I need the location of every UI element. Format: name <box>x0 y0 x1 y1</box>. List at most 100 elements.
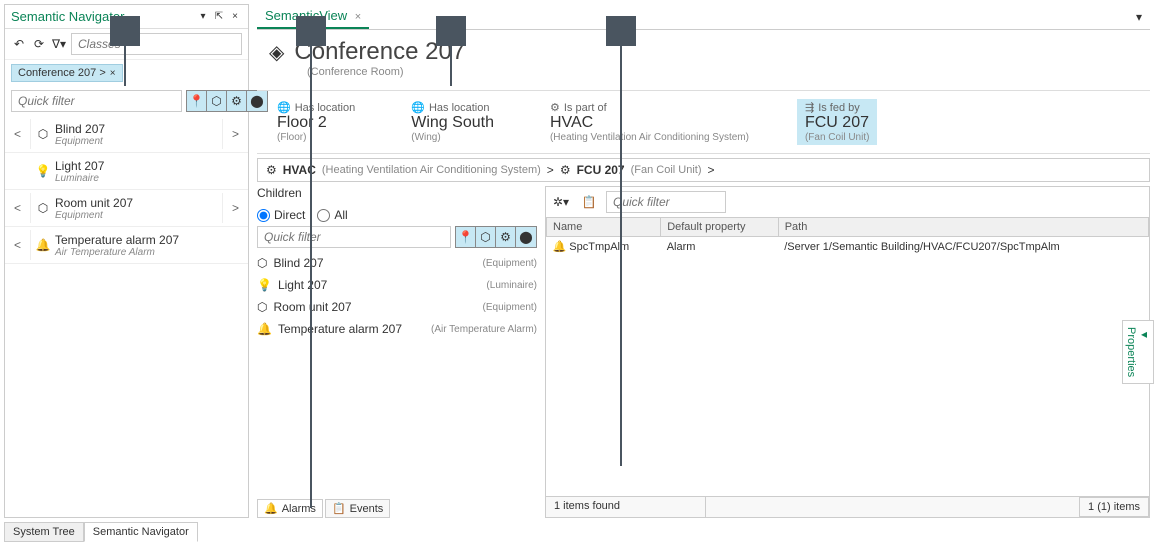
children-panel: Children Direct All 📍 ⬡ ⚙ ⬤ ⬡ <box>257 186 537 518</box>
nav-back-button[interactable]: < <box>5 230 31 260</box>
nav-back-button[interactable]: < <box>5 193 31 223</box>
item-sub: Equipment <box>55 210 222 221</box>
tree-item[interactable]: < ⬡ Room unit 207 Equipment > <box>5 190 248 227</box>
tab-events[interactable]: 📋 Events <box>325 499 390 518</box>
gear-icon: ⚙ <box>560 163 571 177</box>
panel-title: Semantic Navigator <box>11 9 196 24</box>
filter-icon[interactable]: ∇▾ <box>51 34 67 54</box>
cube-icon: ⬡ <box>257 256 267 270</box>
close-icon[interactable]: × <box>228 10 242 24</box>
children-filter-icons: 📍 ⬡ ⚙ ⬤ <box>455 226 537 248</box>
cube-icon: ⬡ <box>31 201 55 215</box>
child-item[interactable]: 💡 Light 207 (Luminaire) <box>257 274 537 296</box>
relation-card-hvac[interactable]: ⚙Is part of HVAC (Heating Ventilation Ai… <box>542 99 757 145</box>
relation-card-floor[interactable]: 🌐Has location Floor 2 (Floor) <box>269 99 363 145</box>
clipboard-icon[interactable]: 📋 <box>578 191 600 213</box>
cube-filter-icon[interactable]: ⬡ <box>476 227 496 247</box>
tab-close-icon[interactable]: × <box>355 11 361 23</box>
events-icon: 📋 <box>332 502 346 515</box>
refresh-icon[interactable]: ⟳ <box>31 34 47 54</box>
item-sub: Equipment <box>55 136 222 147</box>
light-icon: 💡 <box>31 164 55 178</box>
crumb-fcu[interactable]: FCU 207 <box>577 163 625 177</box>
radio-direct[interactable]: Direct <box>257 208 305 222</box>
gear-icon: ⚙ <box>550 101 560 114</box>
callout-marker-1 <box>110 16 140 46</box>
light-icon: 💡 <box>257 278 272 292</box>
bell-icon: 🔔 <box>257 322 272 336</box>
table-row[interactable]: 🔔 SpcTmpAlm Alarm /Server 1/Semantic Bui… <box>547 237 1149 257</box>
item-name: Blind 207 <box>55 122 222 136</box>
pin-icon[interactable]: ⇱ <box>212 10 226 24</box>
footer-items-found: 1 items found <box>546 497 706 517</box>
item-name: Temperature alarm 207 <box>55 233 222 247</box>
relation-sub: (Heating Ventilation Air Conditioning Sy… <box>550 132 749 143</box>
bell-icon: 🔔 <box>31 238 55 252</box>
nav-back-button[interactable]: < <box>5 119 31 149</box>
item-name: Room unit 207 <box>55 196 222 210</box>
child-item[interactable]: ⬡ Room unit 207 (Equipment) <box>257 296 537 318</box>
dropdown-icon[interactable]: ▾ <box>196 10 210 24</box>
tab-semantic-navigator[interactable]: Semantic Navigator <box>84 522 198 542</box>
child-item[interactable]: ⬡ Blind 207 (Equipment) <box>257 252 537 274</box>
breadcrumb-row: Conference 207 > × <box>5 60 248 86</box>
classes-input[interactable] <box>71 33 242 55</box>
pin-filter-icon[interactable]: 📍 <box>456 227 476 247</box>
filter-icon-group: 📍 ⬡ ⚙ ⬤ <box>186 90 268 112</box>
radio-all-input[interactable] <box>317 209 330 222</box>
relations-row: 🌐Has location Floor 2 (Floor) 🌐Has locat… <box>257 90 1150 154</box>
callout-marker-4 <box>606 16 636 46</box>
breadcrumb-chip[interactable]: Conference 207 > × <box>11 64 123 82</box>
col-path[interactable]: Path <box>778 218 1148 237</box>
hvac-breadcrumb: ⚙ HVAC (Heating Ventilation Air Conditio… <box>257 158 1150 182</box>
gear-filter-icon[interactable]: ⚙ <box>496 227 516 247</box>
view-tab-row: SemanticView × ▾ <box>257 4 1150 30</box>
footer-items-count: 1 (1) items <box>1079 497 1149 517</box>
relation-card-wing[interactable]: 🌐Has location Wing South (Wing) <box>403 99 502 145</box>
semantic-navigator-panel: Semantic Navigator ▾ ⇱ × ↶ ⟳ ∇▾ Conferen… <box>4 4 249 518</box>
child-item[interactable]: 🔔 Temperature alarm 207 (Air Temperature… <box>257 318 537 340</box>
item-sub: Air Temperature Alarm <box>55 247 222 258</box>
star-menu-icon[interactable]: ✲▾ <box>550 191 572 213</box>
tree-item[interactable]: < 💡 Light 207 Luminaire > <box>5 153 248 190</box>
radio-all[interactable]: All <box>317 208 347 222</box>
callout-line-2 <box>310 46 312 508</box>
children-title: Children <box>257 186 537 200</box>
tree-item[interactable]: < 🔔 Temperature alarm 207 Air Temperatur… <box>5 227 248 264</box>
quick-filter-input[interactable] <box>11 90 182 112</box>
relation-sub: (Fan Coil Unit) <box>805 132 869 143</box>
feed-icon: ⇶ <box>805 101 814 114</box>
pin-filter-icon[interactable]: 📍 <box>187 91 207 111</box>
children-quick-filter[interactable] <box>257 226 451 248</box>
back-icon[interactable]: ↶ <box>11 34 27 54</box>
tab-system-tree[interactable]: System Tree <box>4 522 84 542</box>
callout-line-4 <box>620 46 622 466</box>
item-name: Light 207 <box>55 159 222 173</box>
point-filter-icon[interactable]: ⬤ <box>516 227 536 247</box>
tab-dropdown-icon[interactable]: ▾ <box>1136 10 1142 24</box>
item-sub: Luminaire <box>55 173 222 184</box>
alarm-icon: 🔔 <box>264 502 278 515</box>
relation-name: FCU 207 <box>805 114 869 132</box>
details-quick-filter[interactable] <box>606 191 726 213</box>
cube-icon: ⬡ <box>257 300 267 314</box>
globe-icon: 🌐 <box>277 101 291 114</box>
tree-item[interactable]: < ⬡ Blind 207 Equipment > <box>5 116 248 153</box>
filter-row: 📍 ⬡ ⚙ ⬤ <box>5 86 248 116</box>
properties-side-tab[interactable]: ◂ Properties <box>1122 320 1154 384</box>
radio-direct-input[interactable] <box>257 209 270 222</box>
tab-alarms[interactable]: 🔔 Alarms <box>257 499 323 518</box>
chevron-left-icon: ◂ <box>1137 327 1151 341</box>
breadcrumb-close-icon[interactable]: × <box>110 68 116 79</box>
relation-sub: (Floor) <box>277 132 306 143</box>
semantic-view-panel: SemanticView × ▾ ◈ Conference 207 (Confe… <box>257 4 1150 518</box>
details-panel: ✲▾ 📋 Name Default property Path <box>545 186 1150 518</box>
relation-card-fcu[interactable]: ⇶Is fed by FCU 207 (Fan Coil Unit) <box>797 99 877 145</box>
gear-filter-icon[interactable]: ⚙ <box>227 91 247 111</box>
cube-filter-icon[interactable]: ⬡ <box>207 91 227 111</box>
nav-forward-button[interactable]: > <box>222 193 248 223</box>
col-name[interactable]: Name <box>547 218 661 237</box>
col-default-property[interactable]: Default property <box>661 218 779 237</box>
nav-forward-button[interactable]: > <box>222 119 248 149</box>
details-table: Name Default property Path 🔔 SpcTmpAlm A… <box>546 217 1149 256</box>
